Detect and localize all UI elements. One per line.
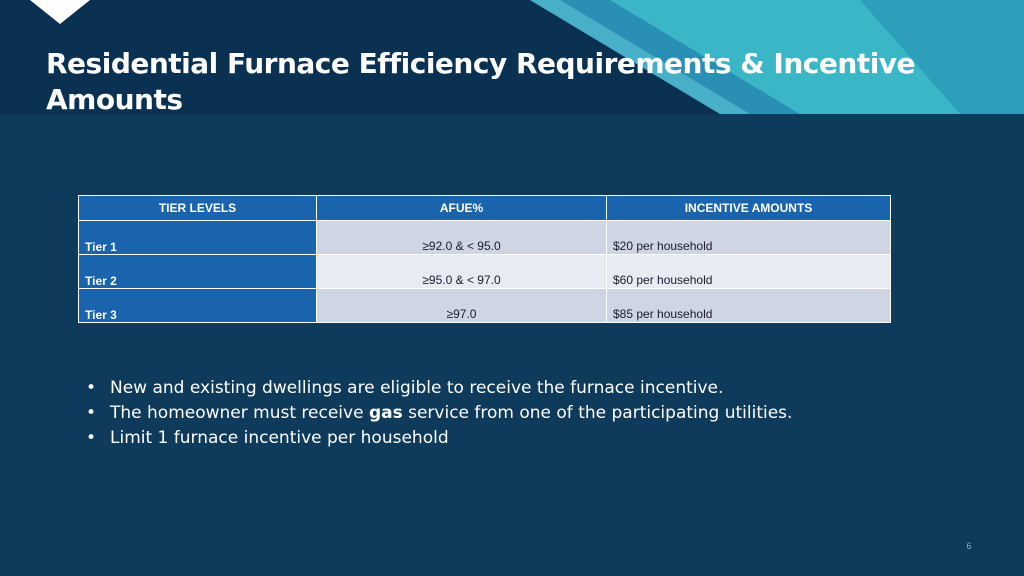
- bullet-text-before: The homeowner must receive: [110, 403, 369, 423]
- bullet-text-after: service from one of the participating ut…: [402, 403, 793, 423]
- page-title: Residential Furnace Efficiency Requireme…: [46, 47, 916, 116]
- afue-cell: ≥97.0: [316, 288, 607, 323]
- bullet-item: Limit 1 furnace incentive per household: [86, 426, 792, 451]
- tier-cell: Tier 2: [78, 254, 317, 289]
- corner-chevron: [30, 0, 90, 24]
- table-row: Tier 1 ≥92.0 & < 95.0 $20 per household: [78, 220, 891, 255]
- incentive-cell: $60 per household: [606, 254, 891, 289]
- header-afue: AFUE%: [316, 195, 607, 221]
- bullet-bold-keyword: gas: [368, 403, 403, 423]
- bullet-text: New and existing dwellings are eligible …: [110, 378, 724, 398]
- table-row: Tier 2 ≥95.0 & < 97.0 $60 per household: [78, 254, 891, 289]
- bullet-item: The homeowner must receive gas service f…: [86, 401, 792, 426]
- afue-cell: ≥92.0 & < 95.0: [316, 220, 607, 255]
- incentive-cell: $20 per household: [606, 220, 891, 255]
- incentive-table: TIER LEVELS AFUE% INCENTIVE AMOUNTS Tier…: [78, 195, 891, 323]
- table-row: Tier 3 ≥97.0 $85 per household: [78, 288, 891, 323]
- tier-cell: Tier 1: [78, 220, 317, 255]
- eligibility-bullets: New and existing dwellings are eligible …: [86, 376, 792, 451]
- bullet-text: Limit 1 furnace incentive per household: [110, 428, 449, 448]
- afue-cell: ≥95.0 & < 97.0: [316, 254, 607, 289]
- header-tier-levels: TIER LEVELS: [78, 195, 317, 221]
- header-incentive-amounts: INCENTIVE AMOUNTS: [606, 195, 891, 221]
- bullet-item: New and existing dwellings are eligible …: [86, 376, 792, 401]
- incentive-cell: $85 per household: [606, 288, 891, 323]
- page-number: 6: [966, 541, 972, 551]
- slide: Residential Furnace Efficiency Requireme…: [0, 0, 1024, 576]
- tier-cell: Tier 3: [78, 288, 317, 323]
- table-header-row: TIER LEVELS AFUE% INCENTIVE AMOUNTS: [78, 195, 891, 221]
